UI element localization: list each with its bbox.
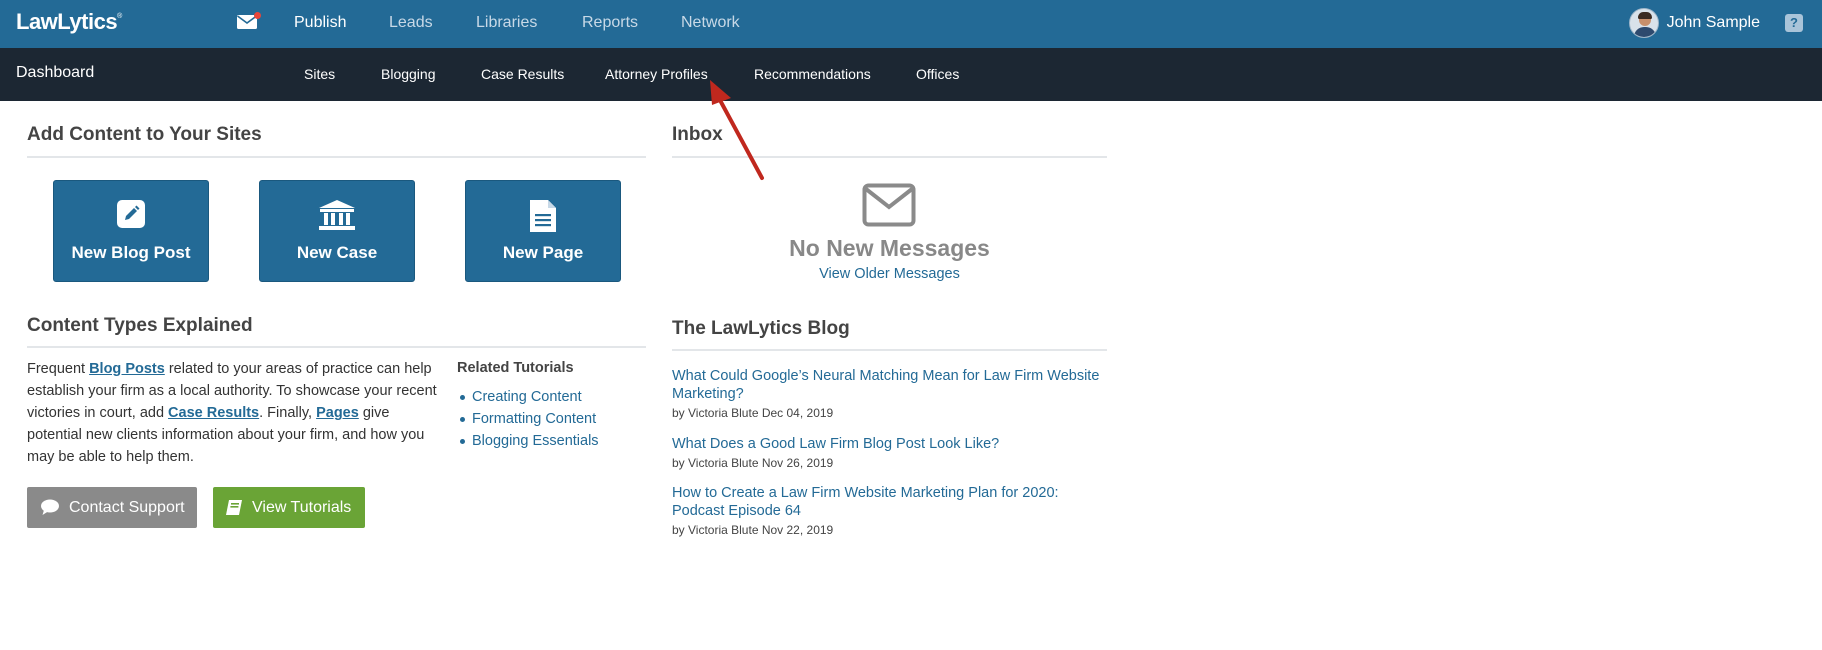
blog-post: What Does a Good Law Firm Blog Post Look…: [672, 435, 1112, 470]
new-blog-post-button[interactable]: New Blog Post: [53, 180, 209, 282]
tile-label: New Blog Post: [71, 243, 191, 262]
related-tutorials-title: Related Tutorials: [457, 360, 574, 376]
section-divider: [27, 346, 646, 348]
logo-text: LawLytics: [16, 9, 118, 34]
nav-libraries[interactable]: Libraries: [476, 14, 537, 32]
avatar-body: [1633, 27, 1656, 37]
section-divider: [672, 349, 1107, 351]
top-navbar: LawLytics® Publish Leads Libraries Repor…: [0, 0, 1822, 48]
section-divider: [27, 156, 646, 158]
nav-reports[interactable]: Reports: [582, 14, 638, 32]
new-page-button[interactable]: New Page: [465, 180, 621, 282]
blog-post-meta: by Victoria Blute Dec 04, 2019: [672, 406, 834, 420]
logo-mark: ®: [117, 13, 122, 20]
envelope-outline-icon: [862, 183, 916, 232]
subnav-blogging[interactable]: Blogging: [381, 66, 436, 82]
sub-navbar: Dashboard Sites Blogging Case Results At…: [0, 48, 1822, 101]
blog-posts-link[interactable]: Blog Posts: [89, 361, 165, 377]
tutorial-link-creating-content[interactable]: Creating Content: [460, 386, 599, 408]
avatar-hair: [1637, 12, 1652, 19]
nav-leads[interactable]: Leads: [389, 14, 433, 32]
nav-publish[interactable]: Publish: [294, 14, 346, 32]
subnav-attorney-profiles[interactable]: Attorney Profiles: [605, 66, 708, 82]
blog-title: The LawLytics Blog: [672, 318, 850, 339]
blog-post-link[interactable]: What Could Google’s Neural Matching Mean…: [672, 367, 1112, 403]
nav-network[interactable]: Network: [681, 14, 740, 32]
view-tutorials-label: View Tutorials: [252, 498, 352, 516]
contact-support-button[interactable]: Contact Support: [27, 487, 197, 528]
edit-icon: [116, 199, 146, 234]
blog-post-meta: by Victoria Blute Nov 22, 2019: [672, 523, 834, 537]
tile-label: New Case: [296, 243, 378, 262]
tile-label: New Page: [502, 243, 584, 262]
blog-post-link[interactable]: What Does a Good Law Firm Blog Post Look…: [672, 435, 1112, 453]
text-span: . Finally,: [259, 405, 317, 421]
notification-dot: [254, 12, 261, 19]
blog-post: What Could Google’s Neural Matching Mean…: [672, 367, 1112, 420]
content-types-description: Frequent Blog Posts related to your area…: [27, 358, 437, 468]
add-content-title: Add Content to Your Sites: [27, 124, 262, 145]
user-name: John Sample: [1666, 14, 1760, 31]
bank-icon: [318, 199, 356, 236]
tutorial-link-blogging-essentials[interactable]: Blogging Essentials: [460, 430, 599, 452]
subnav-recommendations[interactable]: Recommendations: [754, 66, 871, 82]
logo[interactable]: LawLytics®: [16, 9, 122, 35]
text-span: Frequent: [27, 361, 90, 377]
dashboard-link[interactable]: Dashboard: [16, 64, 94, 82]
no-messages-text: No New Messages: [789, 235, 990, 261]
content-types-title: Content Types Explained: [27, 315, 253, 336]
view-tutorials-button[interactable]: View Tutorials: [213, 487, 365, 528]
chat-bubble-icon: [41, 499, 59, 515]
case-results-link[interactable]: Case Results: [168, 405, 259, 421]
subnav-sites[interactable]: Sites: [304, 66, 335, 82]
help-button[interactable]: ?: [1785, 14, 1803, 32]
envelope-icon[interactable]: [236, 12, 261, 32]
user-menu[interactable]: John Sample: [1628, 8, 1760, 38]
view-older-messages-link[interactable]: View Older Messages: [672, 266, 1107, 282]
blog-post-link[interactable]: How to Create a Law Firm Website Marketi…: [672, 484, 1112, 520]
tutorial-link-formatting-content[interactable]: Formatting Content: [460, 408, 599, 430]
contact-support-label: Contact Support: [69, 498, 185, 516]
blog-post: How to Create a Law Firm Website Marketi…: [672, 484, 1112, 537]
pages-link[interactable]: Pages: [316, 405, 359, 421]
blog-post-meta: by Victoria Blute Nov 26, 2019: [672, 456, 834, 470]
new-case-button[interactable]: New Case: [259, 180, 415, 282]
subnav-offices[interactable]: Offices: [916, 66, 959, 82]
related-tutorials-list: Creating Content Formatting Content Blog…: [460, 386, 599, 452]
book-icon: [226, 500, 242, 515]
subnav-case-results[interactable]: Case Results: [481, 66, 564, 82]
annotation-arrow: [710, 80, 764, 180]
document-icon: [529, 199, 557, 238]
avatar: [1628, 8, 1659, 38]
